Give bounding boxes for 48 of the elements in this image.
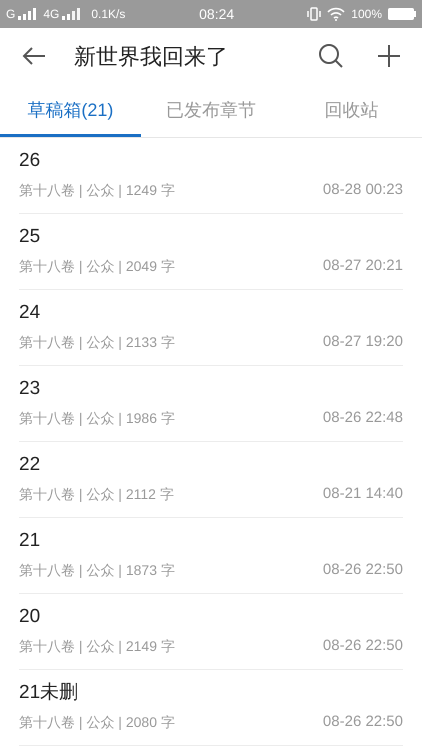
chapter-title: 22 — [19, 453, 42, 477]
chapter-title: 24 — [19, 301, 42, 325]
chapter-time: 08-26 22:48 — [322, 408, 403, 428]
chapter-row[interactable]: 26 第十八卷 | 公众 | 1249 字 08-28 00:23 — [19, 138, 403, 214]
chapter-title: 23 — [19, 377, 42, 401]
carrier-label: G — [6, 6, 16, 23]
chapter-time: 08-26 22:50 — [322, 560, 403, 580]
chapter-meta: 第十八卷 | 公众 | 1873 字 — [19, 561, 175, 580]
page-title: 新世界我回来了 — [74, 42, 229, 70]
chapter-meta: 第十八卷 | 公众 | 1986 字 — [19, 409, 175, 428]
chapter-row[interactable]: 24 第十八卷 | 公众 | 2133 字 08-27 19:20 — [19, 290, 403, 366]
signal-icon — [18, 8, 36, 20]
chapter-meta: 第十八卷 | 公众 | 1249 字 — [19, 181, 175, 200]
tab[interactable]: 草稿箱(21) — [0, 84, 141, 137]
chapter-meta: 第十八卷 | 公众 | 2112 字 — [19, 485, 174, 504]
chapter-title: 21未删 — [19, 681, 80, 705]
plus-icon — [377, 44, 401, 68]
chapter-time: 08-28 00:23 — [322, 180, 403, 200]
battery-icon — [388, 8, 416, 20]
chapter-row[interactable]: 25 第十八卷 | 公众 | 2049 字 08-27 20:21 — [19, 214, 403, 290]
carrier-label: 4G — [43, 6, 60, 23]
back-icon — [22, 46, 46, 66]
chapter-time: 08-27 19:20 — [322, 332, 403, 352]
chapter-meta: 第十八卷 | 公众 | 2149 字 — [19, 637, 175, 656]
chapter-row[interactable]: 21未删 第十八卷 | 公众 | 2080 字 08-26 22:50 — [19, 670, 403, 746]
chapter-time: 08-21 14:40 — [322, 484, 403, 504]
chapter-time: 08-26 22:50 — [322, 636, 403, 656]
battery-percent: 100% — [351, 6, 382, 23]
signal-icon — [62, 8, 80, 20]
chapter-title: 21 — [19, 529, 42, 553]
chapter-title: 26 — [19, 149, 42, 173]
search-icon — [318, 43, 344, 69]
chapter-row[interactable]: 21 第十八卷 | 公众 | 1873 字 08-26 22:50 — [19, 518, 403, 594]
chapter-title: 20 — [19, 605, 42, 629]
vibrate-icon — [307, 7, 322, 21]
chapter-row[interactable]: 22 第十八卷 | 公众 | 2112 字 08-21 14:40 — [19, 442, 403, 518]
chapter-time: 08-26 22:50 — [322, 712, 403, 732]
chapter-meta: 第十八卷 | 公众 | 2133 字 — [19, 333, 175, 352]
chapter-meta: 第十八卷 | 公众 | 2049 字 — [19, 257, 175, 276]
chapter-meta: 第十八卷 | 公众 | 2080 字 — [19, 713, 175, 732]
network-speed: 0.1K/s — [91, 6, 126, 23]
clock: 08:24 — [199, 4, 234, 24]
chapter-row[interactable]: 23 第十八卷 | 公众 | 1986 字 08-26 22:48 — [19, 366, 403, 442]
wifi-icon — [327, 7, 346, 21]
chapter-row[interactable]: 20 第十八卷 | 公众 | 2149 字 08-26 22:50 — [19, 594, 403, 670]
add-button[interactable] — [376, 43, 402, 69]
chapter-time: 08-27 20:21 — [322, 256, 403, 276]
chapter-title: 25 — [19, 225, 42, 249]
